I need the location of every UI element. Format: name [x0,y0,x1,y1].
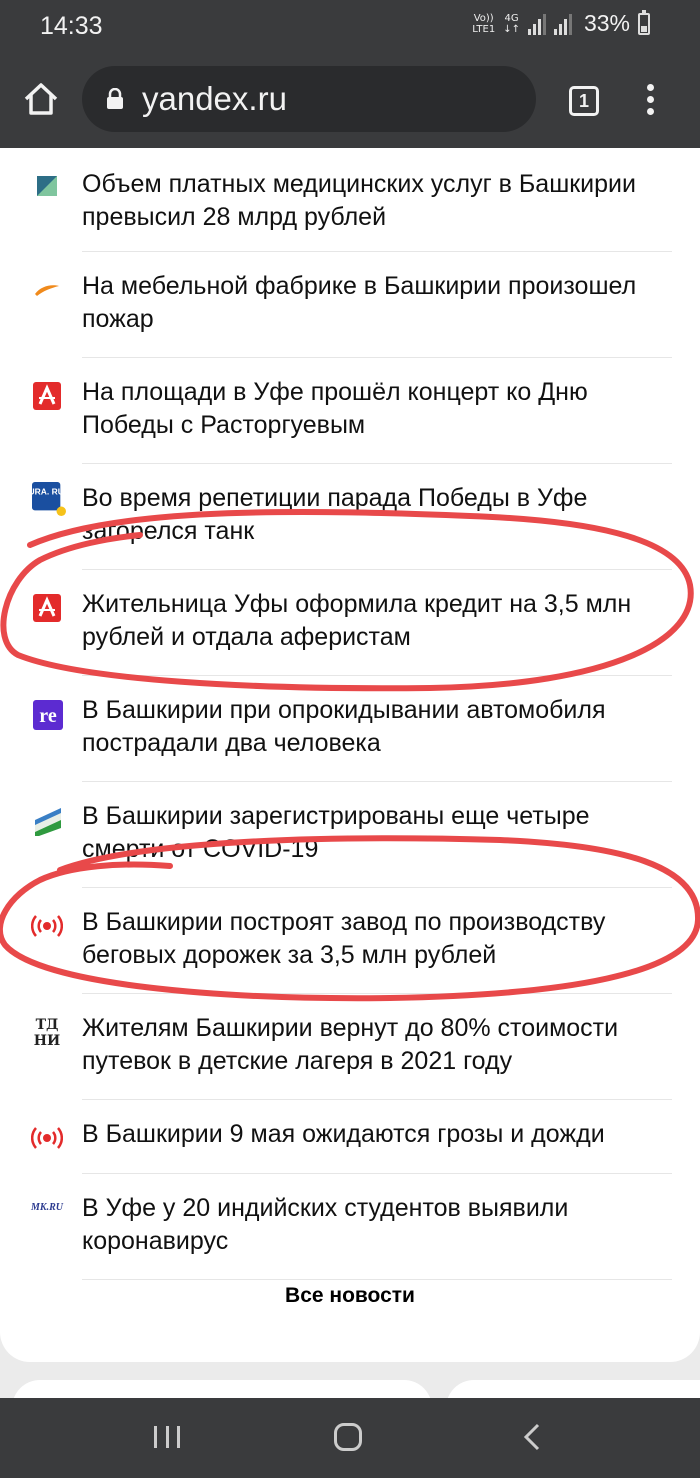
news-item[interactable]: Жительница Уфы оформила кредит на 3,5 мл… [33,570,672,676]
news-item[interactable]: ТД НИ Жителям Башкирии вернут до 80% сто… [34,994,672,1100]
signal-1-icon [527,13,546,35]
home-nav-icon[interactable] [334,1423,362,1451]
broadcast-logo-icon [31,915,63,937]
news-item[interactable]: В Башкирии зарегистрированы еще четыре с… [35,782,672,888]
news-title: В Башкирии 9 мая ожидаются грозы и дожди [82,1120,605,1148]
news-title: В Башкирии зарегистрированы еще четыре с… [82,802,590,863]
lock-icon [107,88,123,109]
news-card: Объем платных медицинских услуг в Башкир… [0,148,700,1362]
news-title: Жительница Уфы оформила кредит на 3,5 мл… [82,590,632,651]
news-title: Объем платных медицинских услуг в Башкир… [82,170,636,231]
orange-swoosh-logo-icon [35,285,59,296]
battery-percent: 33% [583,10,630,36]
url-text: yandex.ru [142,80,287,117]
svg-text:НИ: НИ [34,1033,60,1048]
news-title: На площади в Уфе прошёл концерт ко Дню П… [82,378,588,439]
news-item[interactable]: В Башкирии построят завод по производств… [31,888,672,994]
net-type-indicator: 4G ↓↑ [503,12,520,35]
status-indicators: Vo)) LTE1 4G ↓↑ 33% [472,9,650,37]
news-title: Жителям Башкирии вернут до 80% стоимости… [82,1014,619,1075]
svg-text:MK.RU: MK.RU [30,1202,64,1213]
news-list: Объем платных медицинских услуг в Башкир… [0,148,700,1280]
news-title: На мебельной фабрике в Башкирии произоше… [82,272,637,333]
battery-icon [638,9,650,35]
news-item[interactable]: MK.RU В Уфе у 20 индийских студентов выя… [30,1174,672,1280]
volte-indicator: Vo)) LTE1 [472,12,496,35]
news-title: Во время репетиции парада Победы в Уфе з… [82,484,588,545]
svg-text:URA. RU: URA. RU [32,486,64,496]
news-item[interactable]: В Башкирии 9 мая ожидаются грозы и дожди [31,1100,672,1174]
android-nav-bar [0,1398,700,1478]
svg-text:re: re [39,705,57,727]
news-item[interactable]: Объем платных медицинских услуг в Башкир… [37,148,672,252]
news-title: В Башкирии при опрокидывании автомобиля … [82,696,606,757]
news-item[interactable]: URA. RU Во время репетиции парада Победы… [32,464,672,570]
more-vert-icon[interactable] [642,84,658,118]
broadcast-logo-icon [31,1127,63,1149]
gothic-letters-logo-icon: ТД НИ [34,1017,60,1048]
address-bar[interactable]: yandex.ru [82,66,536,132]
news-item[interactable]: На площади в Уфе прошёл концерт ко Дню П… [33,358,672,464]
mk-ru-logo-icon: MK.RU [30,1202,64,1213]
red-square-logo-icon [33,382,61,410]
status-bar: 14:33 Vo)) LTE1 4G ↓↑ 33% [0,0,700,52]
recents-icon[interactable] [154,1426,180,1448]
red-square-logo-icon [33,594,61,622]
tabs-button[interactable]: 1 [569,86,599,116]
browser-toolbar: yandex.ru 1 [0,52,700,148]
bashkir-flag-logo-icon [35,808,61,836]
news-title: В Башкирии построят завод по производств… [82,908,606,969]
signal-2-icon [553,13,572,35]
back-icon[interactable] [520,1422,544,1452]
news-title: В Уфе у 20 индийских студентов выявили к… [82,1194,569,1255]
ura-ru-logo-icon: URA. RU [32,482,66,516]
news-item[interactable]: На мебельной фабрике в Башкирии произоше… [35,252,672,358]
svg-text:ТД: ТД [36,1017,59,1033]
re-logo-icon: re [33,700,63,730]
all-news-link[interactable]: Все новости [0,1284,700,1308]
status-time: 14:33 [40,12,103,40]
green-triangle-logo-icon [37,176,57,196]
news-item[interactable]: re В Башкирии при опрокидывании автомоби… [33,676,672,782]
home-icon[interactable] [22,80,60,118]
